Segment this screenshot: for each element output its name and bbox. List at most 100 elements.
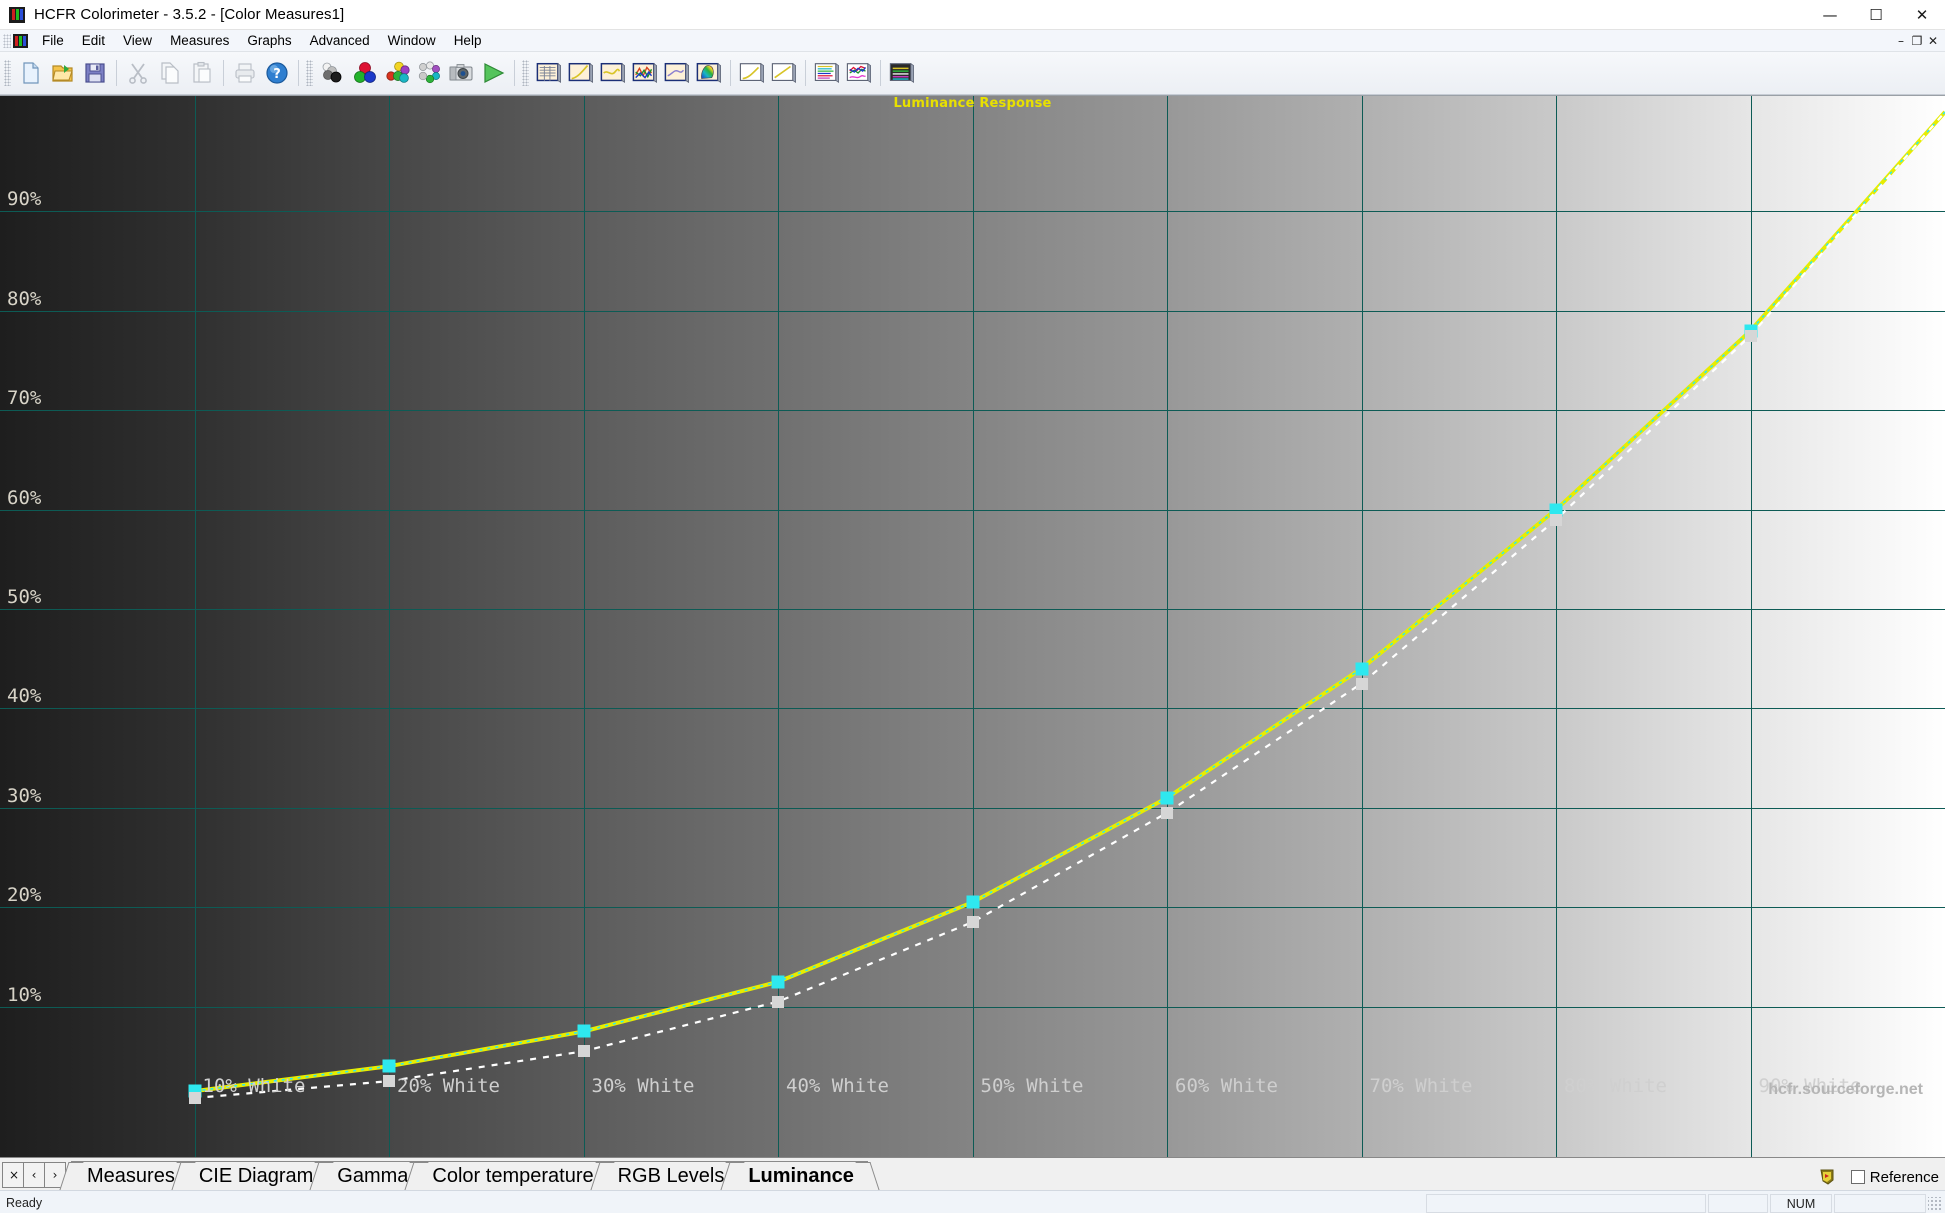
y-axis-label: 70% bbox=[7, 387, 42, 410]
graph-purple-curve-icon[interactable] bbox=[663, 59, 691, 87]
play-green-icon[interactable] bbox=[479, 59, 507, 87]
luminance-chart[interactable]: 10% 20% 30% 40% 50% 60% 70% 80% 90% 10% White 20%… bbox=[0, 95, 1945, 1157]
status-cell-num: NUM bbox=[1770, 1194, 1832, 1213]
close-tab-button[interactable]: × bbox=[2, 1162, 24, 1188]
reference-data-point[interactable] bbox=[1744, 329, 1757, 342]
chart-plot-area bbox=[194, 110, 1945, 1100]
menu-item-file[interactable]: File bbox=[33, 31, 73, 50]
tab-navigation: × ‹ › bbox=[2, 1161, 66, 1189]
maximize-button[interactable]: ☐ bbox=[1853, 0, 1899, 30]
reference-data-point[interactable] bbox=[188, 1092, 201, 1105]
reference-data-point[interactable] bbox=[966, 916, 979, 929]
camera-icon[interactable] bbox=[447, 59, 475, 87]
save-disk-icon[interactable] bbox=[81, 59, 109, 87]
close-button[interactable]: ✕ bbox=[1899, 0, 1945, 30]
measured-data-point[interactable] bbox=[577, 1024, 590, 1038]
y-axis-label: 30% bbox=[7, 784, 42, 807]
graph-multi-lines-icon[interactable] bbox=[813, 59, 841, 87]
toolbar-separator bbox=[805, 60, 806, 86]
x-axis-label: 60% White bbox=[1175, 1075, 1278, 1097]
y-axis-label: 40% bbox=[7, 685, 42, 708]
reference-data-point[interactable] bbox=[383, 1075, 395, 1088]
title-bar: HCFR Colorimeter - 3.5.2 - [Color Measur… bbox=[0, 0, 1945, 30]
watermark-text: hcfr.sourceforge.net bbox=[1768, 1081, 1923, 1098]
menu-item-window[interactable]: Window bbox=[379, 31, 445, 50]
menu-item-graphs[interactable]: Graphs bbox=[238, 31, 300, 50]
y-axis-label: 10% bbox=[7, 983, 42, 1006]
warning-shield-icon[interactable] bbox=[1819, 1168, 1837, 1186]
measured-data-point[interactable] bbox=[966, 895, 979, 909]
tab-rgb-levels[interactable]: RGB Levels bbox=[601, 1161, 739, 1190]
app-icon bbox=[9, 6, 25, 23]
toolbar-grip-icon[interactable] bbox=[4, 60, 11, 86]
status-cell-4 bbox=[1834, 1194, 1926, 1213]
printer-icon[interactable] bbox=[231, 59, 259, 87]
reference-data-point[interactable] bbox=[1355, 677, 1368, 690]
graph-yellow-line-icon[interactable] bbox=[770, 59, 798, 87]
graph-table-icon[interactable] bbox=[535, 59, 563, 87]
toolbar-grip-icon[interactable] bbox=[522, 60, 529, 86]
y-axis-label: 80% bbox=[7, 287, 42, 310]
measured-luminance-trace bbox=[194, 111, 1945, 1092]
new-document-icon[interactable] bbox=[17, 59, 45, 87]
measured-data-point[interactable] bbox=[382, 1059, 396, 1073]
graph-multi-curves-icon[interactable] bbox=[845, 59, 873, 87]
reference-data-point[interactable] bbox=[1161, 806, 1173, 819]
prev-tab-button[interactable]: ‹ bbox=[23, 1162, 45, 1188]
measured-data-point[interactable] bbox=[771, 975, 785, 989]
menu-item-measures[interactable]: Measures bbox=[161, 31, 238, 50]
menu-grip-icon[interactable] bbox=[3, 33, 11, 48]
graph-cie-chart-icon[interactable] bbox=[695, 59, 723, 87]
open-folder-icon[interactable] bbox=[49, 59, 77, 87]
measured-data-point[interactable] bbox=[1160, 791, 1174, 805]
y-axis-label: 60% bbox=[7, 486, 42, 509]
menu-item-help[interactable]: Help bbox=[445, 31, 491, 50]
svg-text:?: ? bbox=[273, 67, 281, 82]
tab-color-temperature[interactable]: Color temperature bbox=[416, 1161, 608, 1190]
mdi-close-button[interactable]: ✕ bbox=[1925, 31, 1941, 51]
graph-gamma-curve-icon[interactable] bbox=[567, 59, 595, 87]
reference-data-point[interactable] bbox=[1550, 513, 1562, 526]
cut-scissors-icon[interactable] bbox=[124, 59, 152, 87]
tab-bar-extras: Reference bbox=[1819, 1168, 1939, 1186]
status-cell-2 bbox=[1708, 1194, 1768, 1213]
resize-grip-icon[interactable] bbox=[1928, 1196, 1942, 1211]
status-bar: Ready NUM bbox=[0, 1190, 1945, 1213]
graph-stacked-bands-icon[interactable] bbox=[888, 59, 916, 87]
secondary-colors-icon[interactable] bbox=[383, 59, 411, 87]
color-wheel-spheres-icon[interactable] bbox=[415, 59, 443, 87]
graph-rgb-lines-icon[interactable] bbox=[631, 59, 659, 87]
mdi-minimize-button[interactable]: – bbox=[1893, 31, 1909, 51]
copy-pages-icon[interactable] bbox=[156, 59, 184, 87]
mdi-document-icon[interactable] bbox=[13, 33, 28, 48]
menu-item-view[interactable]: View bbox=[114, 31, 161, 50]
status-cell-1 bbox=[1426, 1194, 1706, 1213]
reference-checkbox[interactable]: Reference bbox=[1850, 1168, 1939, 1186]
reference-checkbox-label: Reference bbox=[1869, 1168, 1939, 1186]
tab-bar: × ‹ › Measures CIE Diagram Gamma Color t… bbox=[0, 1157, 1945, 1190]
reference-checkbox-box[interactable] bbox=[1850, 1170, 1865, 1184]
tab-cie-diagram[interactable]: CIE Diagram bbox=[182, 1161, 328, 1190]
grayscale-spheres-icon[interactable] bbox=[319, 59, 347, 87]
graph-flat-curve-icon[interactable] bbox=[599, 59, 627, 87]
paste-clipboard-icon[interactable] bbox=[188, 59, 216, 87]
primary-colors-icon[interactable] bbox=[351, 59, 379, 87]
toolbar-grip-icon[interactable] bbox=[306, 60, 313, 86]
tabs-container: Measures CIE Diagram Gamma Color tempera… bbox=[71, 1161, 868, 1190]
menu-bar: File Edit View Measures Graphs Advanced … bbox=[0, 30, 1945, 52]
reference-data-point[interactable] bbox=[577, 1045, 590, 1058]
toolbar-separator bbox=[298, 60, 299, 86]
menu-item-edit[interactable]: Edit bbox=[73, 31, 114, 50]
graph-yellow-curve-icon[interactable] bbox=[738, 59, 766, 87]
toolbar: ? bbox=[0, 52, 1945, 95]
measured-data-point[interactable] bbox=[1355, 662, 1368, 676]
x-axis-label: 40% White bbox=[786, 1075, 889, 1097]
reference-data-point[interactable] bbox=[772, 995, 784, 1008]
tab-measures[interactable]: Measures bbox=[71, 1161, 189, 1190]
mdi-restore-button[interactable]: ❐ bbox=[1909, 31, 1925, 51]
tab-luminance[interactable]: Luminance bbox=[732, 1161, 868, 1190]
minimize-button[interactable]: — bbox=[1807, 0, 1853, 30]
mdi-window-controls: – ❐ ✕ bbox=[1893, 30, 1941, 52]
menu-item-advanced[interactable]: Advanced bbox=[301, 31, 379, 50]
help-question-icon[interactable]: ? bbox=[263, 59, 291, 87]
